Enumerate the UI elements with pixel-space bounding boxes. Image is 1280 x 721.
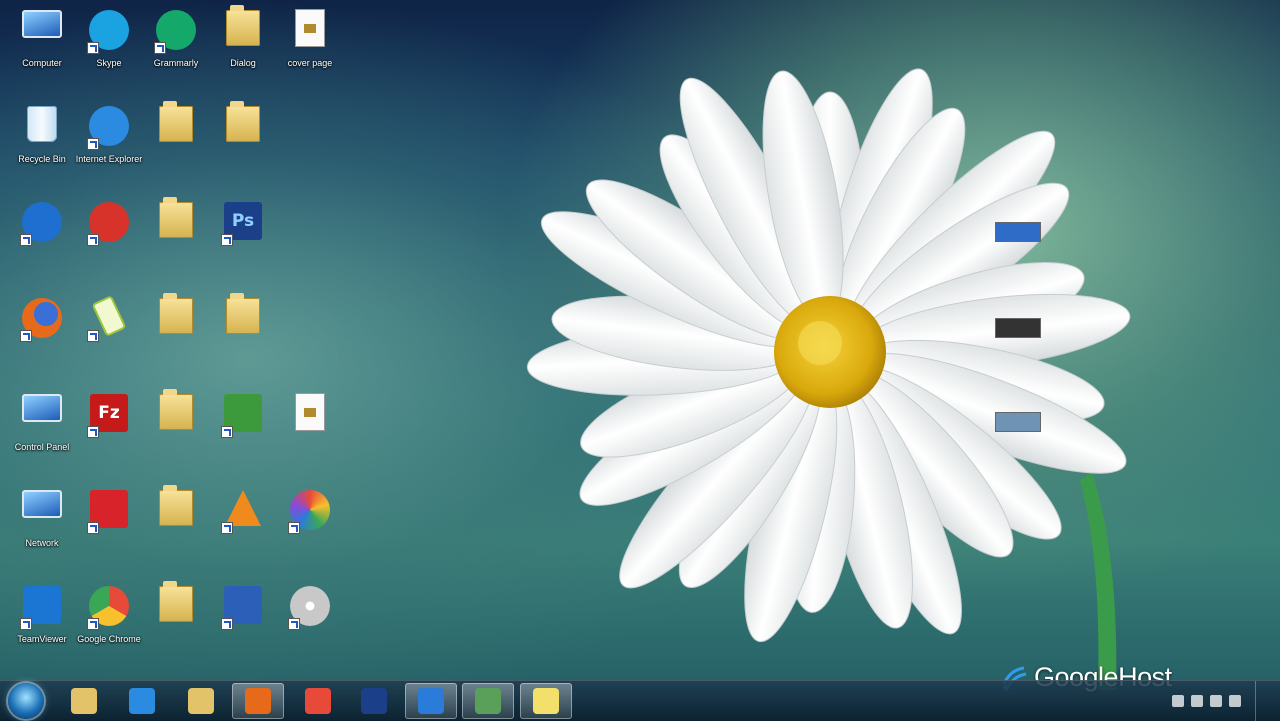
start-button[interactable] <box>8 683 44 719</box>
app-icon <box>221 586 265 630</box>
control-panel-icon <box>20 394 64 438</box>
picasa-icon <box>288 490 332 534</box>
desktop-icon-folder-f[interactable] <box>203 292 283 384</box>
file-thumbnail-icon <box>995 412 1041 432</box>
folder-icon <box>154 293 198 342</box>
photoshop-icon: Ps <box>221 202 265 246</box>
desktop-icon-label: cover page <box>287 58 333 68</box>
chrome-icon <box>305 688 331 714</box>
desktop-icon-doc-b[interactable] <box>270 388 350 480</box>
library-icon <box>71 688 97 714</box>
folder-icon <box>221 293 265 342</box>
shortcut-arrow-icon <box>87 522 99 534</box>
shortcut-arrow-icon <box>288 522 300 534</box>
folder-icon <box>154 101 198 150</box>
taskbar-internet-explorer-button[interactable] <box>116 683 168 719</box>
tray-volume-icon[interactable] <box>1229 695 1241 707</box>
taskbar-network-tool-button[interactable] <box>405 683 457 719</box>
taskbar <box>0 680 1280 721</box>
phone-icon <box>87 295 131 342</box>
shortcut-arrow-icon <box>20 330 32 342</box>
skype-icon <box>87 10 131 54</box>
shortcut-arrow-icon <box>288 618 300 630</box>
system-tray <box>1172 681 1280 721</box>
firefox-icon <box>245 688 271 714</box>
notes-icon <box>533 688 559 714</box>
ccleaner-icon <box>87 202 131 246</box>
taskbar-chrome-button[interactable] <box>292 683 344 719</box>
shortcut-arrow-icon <box>87 330 99 342</box>
folder-icon <box>188 688 214 714</box>
vlc-icon <box>221 490 265 534</box>
document-icon <box>288 394 332 438</box>
desktop-icon-cover-page[interactable]: cover page <box>270 4 350 96</box>
taskbar-explorer-button[interactable] <box>175 683 227 719</box>
shortcut-arrow-icon <box>221 234 233 246</box>
shortcut-arrow-icon <box>87 42 99 54</box>
tray-expand-icon[interactable] <box>1172 695 1184 707</box>
shortcut-arrow-icon <box>87 234 99 246</box>
desktop-icon-picasa[interactable] <box>270 484 350 576</box>
folder-icon <box>221 5 265 54</box>
shortcut-arrow-icon <box>221 618 233 630</box>
filezilla-icon: Fz <box>87 394 131 438</box>
grammarly-icon <box>154 10 198 54</box>
desktop[interactable]: Computer Recycle Bin Control Panel Network T… <box>0 0 1280 692</box>
shortcut-arrow-icon <box>20 234 32 246</box>
shortcut-arrow-icon <box>20 618 32 630</box>
desktop-icon-folder-c[interactable] <box>203 100 283 192</box>
ie-icon <box>129 688 155 714</box>
taskbar-photoshop-button[interactable] <box>348 683 400 719</box>
spreadsheet-icon <box>221 394 265 438</box>
firefox-icon <box>20 298 64 342</box>
folder-icon <box>154 389 198 438</box>
shortcut-arrow-icon <box>87 426 99 438</box>
chrome-icon <box>87 586 131 630</box>
shortcut-arrow-icon <box>87 618 99 630</box>
shortcut-arrow-icon <box>221 522 233 534</box>
daisy-wallpaper <box>526 68 1131 690</box>
file-thumbnail-icon <box>995 222 1041 242</box>
recycle-bin-icon <box>20 106 64 150</box>
file-thumbnail-icon <box>995 318 1041 338</box>
computer-icon <box>20 10 64 54</box>
show-desktop-button[interactable] <box>1255 681 1266 721</box>
network-icon <box>20 490 64 534</box>
folder-icon <box>154 581 198 630</box>
paint-icon <box>475 688 501 714</box>
desktop-file-rf3[interactable] <box>988 412 1048 438</box>
tray-network-icon[interactable] <box>1210 695 1222 707</box>
shortcut-arrow-icon <box>221 426 233 438</box>
desktop-file-rf2[interactable] <box>988 318 1048 344</box>
shortcut-arrow-icon <box>154 42 166 54</box>
tray-flag-icon[interactable] <box>1191 695 1203 707</box>
shortcut-arrow-icon <box>87 138 99 150</box>
folder-icon <box>154 485 198 534</box>
taskbar-notes-button[interactable] <box>520 683 572 719</box>
folder-icon <box>221 101 265 150</box>
teamviewer-icon <box>20 586 64 630</box>
photoshop-icon <box>361 688 387 714</box>
taskbar-firefox-button[interactable] <box>232 683 284 719</box>
network-icon <box>418 688 444 714</box>
ie-icon <box>87 106 131 150</box>
taskbar-paint-button[interactable] <box>462 683 514 719</box>
desktop-icon-app-disk[interactable] <box>270 580 350 672</box>
document-icon <box>288 10 332 54</box>
folder-icon <box>154 197 198 246</box>
desktop-icon-photoshop[interactable]: Ps <box>203 196 283 288</box>
disk-icon <box>288 586 332 630</box>
desktop-file-rf1[interactable] <box>988 222 1048 248</box>
ftp-app-icon <box>87 490 131 534</box>
taskbar-library-button[interactable] <box>58 683 110 719</box>
lightning-icon <box>20 202 64 246</box>
